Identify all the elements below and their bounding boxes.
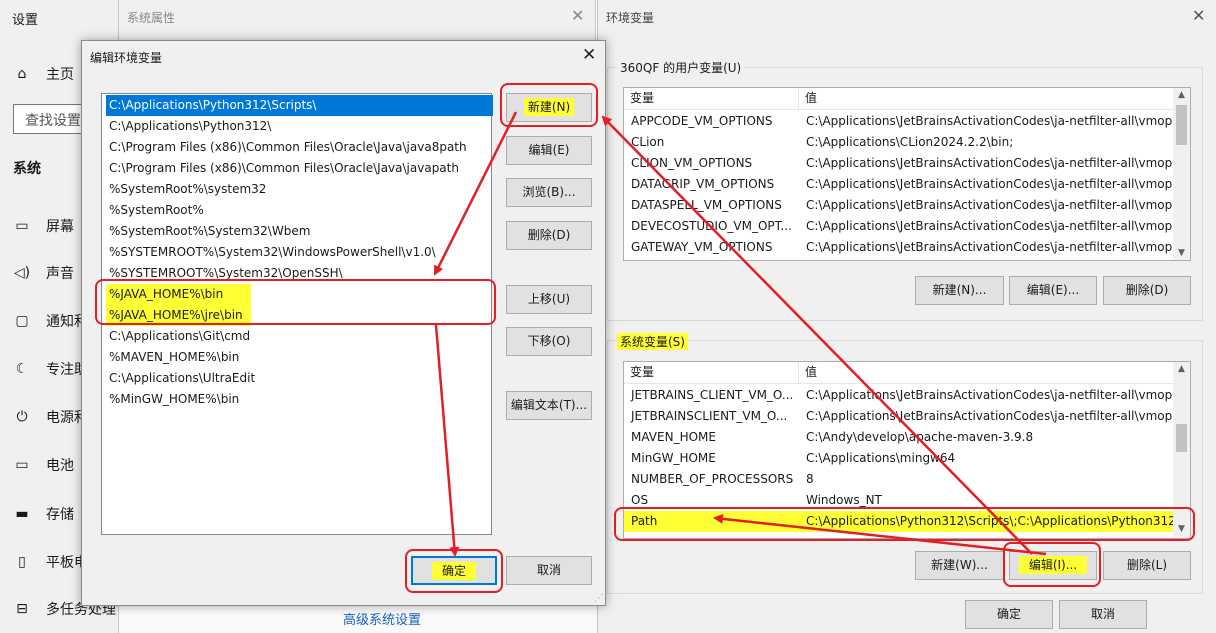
arrow-edit-to-new [601, 115, 1033, 555]
arrow-new-to-java [433, 111, 518, 276]
annotation-arrows [433, 111, 1047, 557]
arrow-java-to-ok [434, 324, 460, 557]
arrow-edit-to-path [713, 513, 1047, 556]
